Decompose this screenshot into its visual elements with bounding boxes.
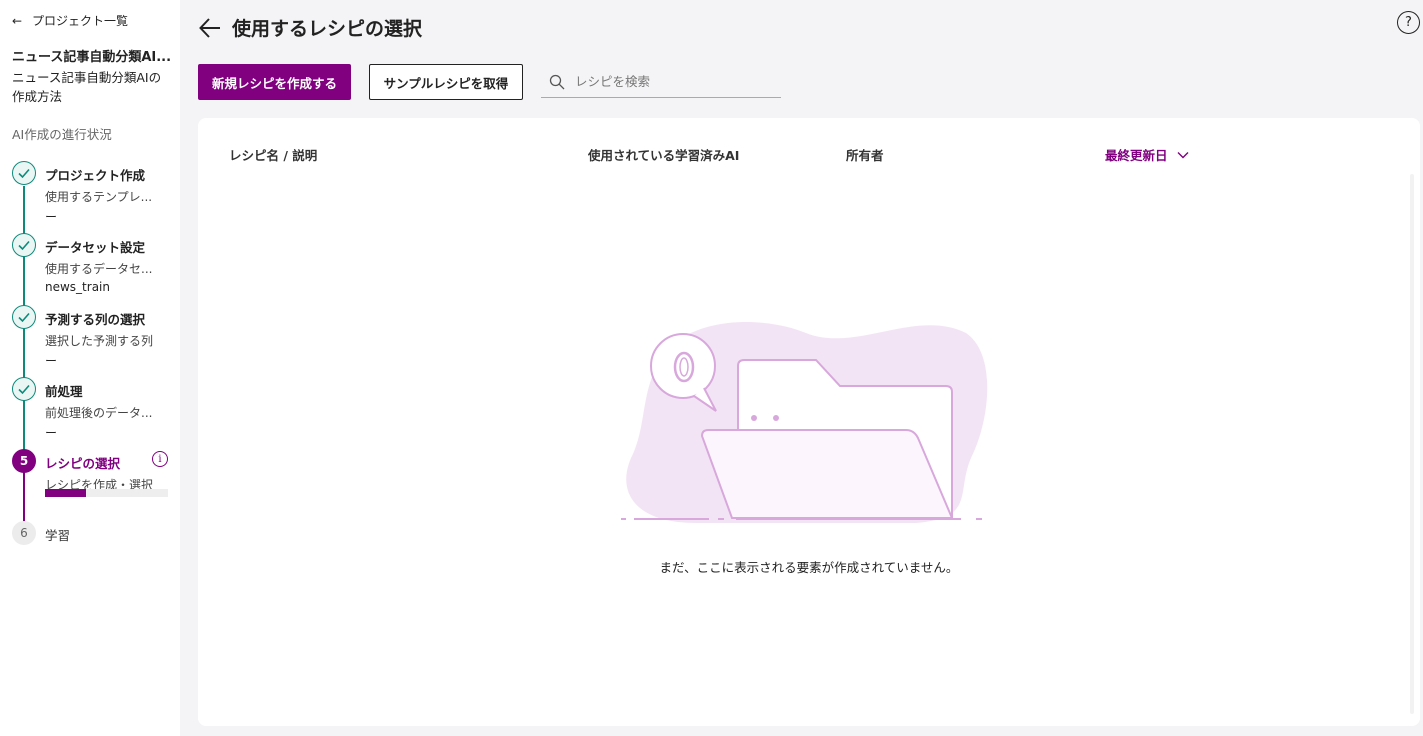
step-title: 前処理 [45, 384, 83, 399]
step-subtitle: 使用するデータセ... [45, 262, 153, 276]
empty-state-message: まだ、ここに表示される要素が作成されていません。 [659, 560, 959, 575]
step-progress-bar [45, 489, 168, 497]
step-value: ー [45, 210, 58, 224]
check-icon [12, 161, 36, 185]
step-value: ー [45, 426, 58, 440]
step-title: データセット設定 [45, 240, 146, 255]
sidebar: ← プロジェクト一覧 ニュース記事自動分類AI... ニュース記事自動分類AIの… [0, 0, 180, 736]
chevron-down-icon [1177, 151, 1189, 158]
step-number: 5 [12, 449, 36, 473]
step-title: プロジェクト作成 [45, 168, 146, 183]
create-recipe-button[interactable]: 新規レシピを作成する [198, 64, 351, 100]
check-icon [12, 305, 36, 329]
step-title: 学習 [45, 528, 71, 543]
get-sample-recipe-button[interactable]: サンプルレシピを取得 [369, 64, 523, 100]
check-icon [12, 233, 36, 257]
step-value: news_train [45, 280, 110, 294]
step-subtitle: 選択した予測する列 [45, 334, 154, 348]
column-header-trained-ai[interactable]: 使用されている学習済みAI [588, 145, 739, 164]
step-title: レシピの選択 [45, 456, 121, 471]
arrow-left-icon[interactable] [198, 16, 222, 40]
column-header-last-updated[interactable]: 最終更新日 [1105, 145, 1190, 164]
step-number: 6 [12, 521, 36, 545]
info-icon[interactable]: i [152, 451, 168, 467]
search-icon [549, 74, 565, 89]
check-icon [12, 377, 36, 401]
progress-heading: AI作成の進行状況 [12, 127, 112, 142]
back-to-projects-link[interactable]: ← プロジェクト一覧 [12, 12, 128, 29]
column-header-owner[interactable]: 所有者 [846, 145, 884, 164]
step-subtitle: 前処理後のデータ... [45, 406, 153, 420]
empty-folder-illustration [621, 322, 988, 523]
column-header-last-updated-label: 最終更新日 [1105, 148, 1168, 163]
page-header: 使用するレシピの選択 [198, 14, 422, 41]
recipe-table-card: レシピ名 / 説明 使用されている学習済みAI 所有者 最終更新日 まだ、ここに… [198, 118, 1420, 726]
column-header-recipe-name[interactable]: レシピ名 / 説明 [229, 145, 317, 164]
scrollbar[interactable] [1410, 174, 1414, 714]
search-input[interactable] [575, 74, 765, 89]
step-title: 予測する列の選択 [45, 312, 146, 327]
project-description: ニュース記事自動分類AIの作成方法 [12, 70, 162, 104]
step-value: ー [45, 354, 58, 368]
step-subtitle: 使用するテンプレ... [45, 190, 153, 204]
step-progress-fill [45, 489, 86, 497]
help-icon[interactable]: ? [1397, 11, 1420, 34]
steps-connector-line-active [23, 470, 25, 522]
back-to-projects-label: プロジェクト一覧 [32, 14, 129, 28]
arrow-left-icon: ← [12, 13, 23, 28]
page-title: 使用するレシピの選択 [232, 18, 423, 40]
project-name: ニュース記事自動分類AI... [12, 50, 172, 65]
search-box [541, 66, 781, 98]
